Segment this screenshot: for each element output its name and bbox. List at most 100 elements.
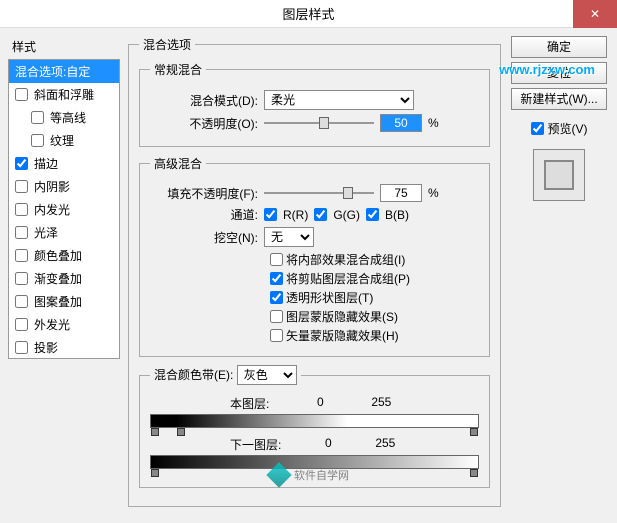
advanced-option-label: 将内部效果混合成组(I) [286, 251, 405, 268]
style-item[interactable]: 内发光 [9, 198, 119, 221]
opacity-label: 不透明度(O): [150, 115, 258, 132]
style-checkbox[interactable] [15, 295, 28, 308]
style-checkbox[interactable] [15, 318, 28, 331]
blend-mode-select[interactable]: 柔光 [264, 90, 414, 110]
opacity-row: 不透明度(O): % [150, 114, 479, 132]
close-button[interactable]: ✕ [573, 0, 617, 28]
blendif-legend: 混合颜色带(E): 灰色 [150, 365, 301, 385]
knockout-label: 挖空(N): [150, 229, 258, 246]
channel-g-label: G(G) [333, 208, 360, 222]
style-item[interactable]: 内阴影 [9, 175, 119, 198]
style-item[interactable]: 外发光 [9, 313, 119, 336]
fill-opacity-slider[interactable] [264, 184, 374, 202]
center-panel: 混合选项 常规混合 混合模式(D): 柔光 不透明度(O): % 高级混合 填充… [128, 36, 501, 515]
blend-options-group: 混合选项 常规混合 混合模式(D): 柔光 不透明度(O): % 高级混合 填充… [128, 36, 501, 507]
preview-swatch [544, 160, 574, 190]
preview-label: 预览(V) [548, 120, 588, 137]
channel-b-checkbox[interactable] [366, 208, 379, 221]
fill-opacity-input[interactable] [380, 184, 422, 202]
style-checkbox[interactable] [31, 134, 44, 147]
style-checkbox[interactable] [15, 157, 28, 170]
styles-list[interactable]: 混合选项:自定斜面和浮雕等高线纹理描边内阴影内发光光泽颜色叠加渐变叠加图案叠加外… [8, 59, 120, 359]
preview-row: 预览(V) [531, 120, 588, 137]
normal-blend-group: 常规混合 混合模式(D): 柔光 不透明度(O): % [139, 61, 490, 147]
style-label: 外发光 [34, 316, 70, 333]
style-checkbox[interactable] [15, 341, 28, 354]
watermark-text: www.rjzxw.com [499, 62, 595, 77]
style-label: 斜面和浮雕 [34, 86, 94, 103]
opacity-input[interactable] [380, 114, 422, 132]
advanced-option-checkbox[interactable] [270, 253, 283, 266]
style-item[interactable]: 光泽 [9, 221, 119, 244]
window-title: 图层样式 [282, 4, 334, 23]
advanced-option-row: 透明形状图层(T) [150, 289, 479, 306]
style-checkbox[interactable] [15, 88, 28, 101]
style-label: 颜色叠加 [34, 247, 82, 264]
style-item[interactable]: 斜面和浮雕 [9, 83, 119, 106]
style-label: 图案叠加 [34, 293, 82, 310]
channel-r-checkbox[interactable] [264, 208, 277, 221]
style-checkbox[interactable] [15, 226, 28, 239]
next-layer-label: 下一图层: [230, 436, 281, 453]
style-checkbox[interactable] [15, 180, 28, 193]
style-label: 内阴影 [34, 178, 70, 195]
knockout-row: 挖空(N): 无 [150, 227, 479, 247]
style-checkbox[interactable] [15, 203, 28, 216]
advanced-option-label: 图层蒙版隐藏效果(S) [286, 308, 398, 325]
pct-label: % [428, 116, 439, 130]
knockout-select[interactable]: 无 [264, 227, 314, 247]
blendif-select[interactable]: 灰色 [237, 365, 297, 385]
style-checkbox[interactable] [15, 249, 28, 262]
styles-label: 样式 [8, 36, 120, 57]
style-label: 投影 [34, 339, 58, 356]
title-bar: 图层样式 ✕ [0, 0, 617, 28]
advanced-blend-group: 高级混合 填充不透明度(F): % 通道: R(R) G(G) B(B) 挖空(… [139, 155, 490, 357]
right-panel: 确定 www.rjzxw.com 复位 新建样式(W)... 预览(V) [509, 36, 609, 515]
blend-mode-row: 混合模式(D): 柔光 [150, 90, 479, 110]
advanced-option-row: 图层蒙版隐藏效果(S) [150, 308, 479, 325]
ok-button[interactable]: 确定 [511, 36, 607, 58]
style-label: 渐变叠加 [34, 270, 82, 287]
style-item[interactable]: 混合选项:自定 [9, 60, 119, 83]
fill-opacity-label: 填充不透明度(F): [150, 185, 258, 202]
fill-opacity-row: 填充不透明度(F): % [150, 184, 479, 202]
advanced-option-row: 将内部效果混合成组(I) [150, 251, 479, 268]
advanced-option-checkbox[interactable] [270, 329, 283, 342]
pct-label: % [428, 186, 439, 200]
style-item[interactable]: 投影 [9, 336, 119, 359]
main-area: 样式 混合选项:自定斜面和浮雕等高线纹理描边内阴影内发光光泽颜色叠加渐变叠加图案… [0, 28, 617, 523]
style-label: 混合选项:自定 [15, 63, 90, 80]
preview-box [533, 149, 585, 201]
preview-checkbox[interactable] [531, 122, 544, 135]
style-checkbox[interactable] [31, 111, 44, 124]
advanced-option-label: 将剪贴图层混合成组(P) [286, 270, 410, 287]
close-icon: ✕ [590, 7, 600, 21]
advanced-option-checkbox[interactable] [270, 310, 283, 323]
channel-g-checkbox[interactable] [314, 208, 327, 221]
styles-panel: 样式 混合选项:自定斜面和浮雕等高线纹理描边内阴影内发光光泽颜色叠加渐变叠加图案… [8, 36, 120, 515]
style-item[interactable]: 图案叠加 [9, 290, 119, 313]
advanced-option-checkbox[interactable] [270, 272, 283, 285]
style-item[interactable]: 描边 [9, 152, 119, 175]
style-checkbox[interactable] [15, 272, 28, 285]
style-item[interactable]: 渐变叠加 [9, 267, 119, 290]
style-item[interactable]: 纹理 [9, 129, 119, 152]
channel-b-label: B(B) [385, 208, 409, 222]
style-label: 光泽 [34, 224, 58, 241]
channel-row: 通道: R(R) G(G) B(B) [150, 206, 479, 223]
opacity-slider[interactable] [264, 114, 374, 132]
style-item[interactable]: 颜色叠加 [9, 244, 119, 267]
style-label: 内发光 [34, 201, 70, 218]
advanced-option-checkbox[interactable] [270, 291, 283, 304]
footer-text: 软件自学网 [294, 467, 349, 483]
channel-label: 通道: [150, 206, 258, 223]
advanced-option-label: 透明形状图层(T) [286, 289, 373, 306]
new-style-button[interactable]: 新建样式(W)... [511, 88, 607, 110]
logo-icon [266, 462, 291, 487]
advanced-option-label: 矢量蒙版隐藏效果(H) [286, 327, 399, 344]
style-item[interactable]: 等高线 [9, 106, 119, 129]
footer-logo: 软件自学网 [270, 466, 349, 484]
style-label: 等高线 [50, 109, 86, 126]
channel-r-label: R(R) [283, 208, 308, 222]
this-layer-gradient[interactable] [150, 414, 479, 428]
